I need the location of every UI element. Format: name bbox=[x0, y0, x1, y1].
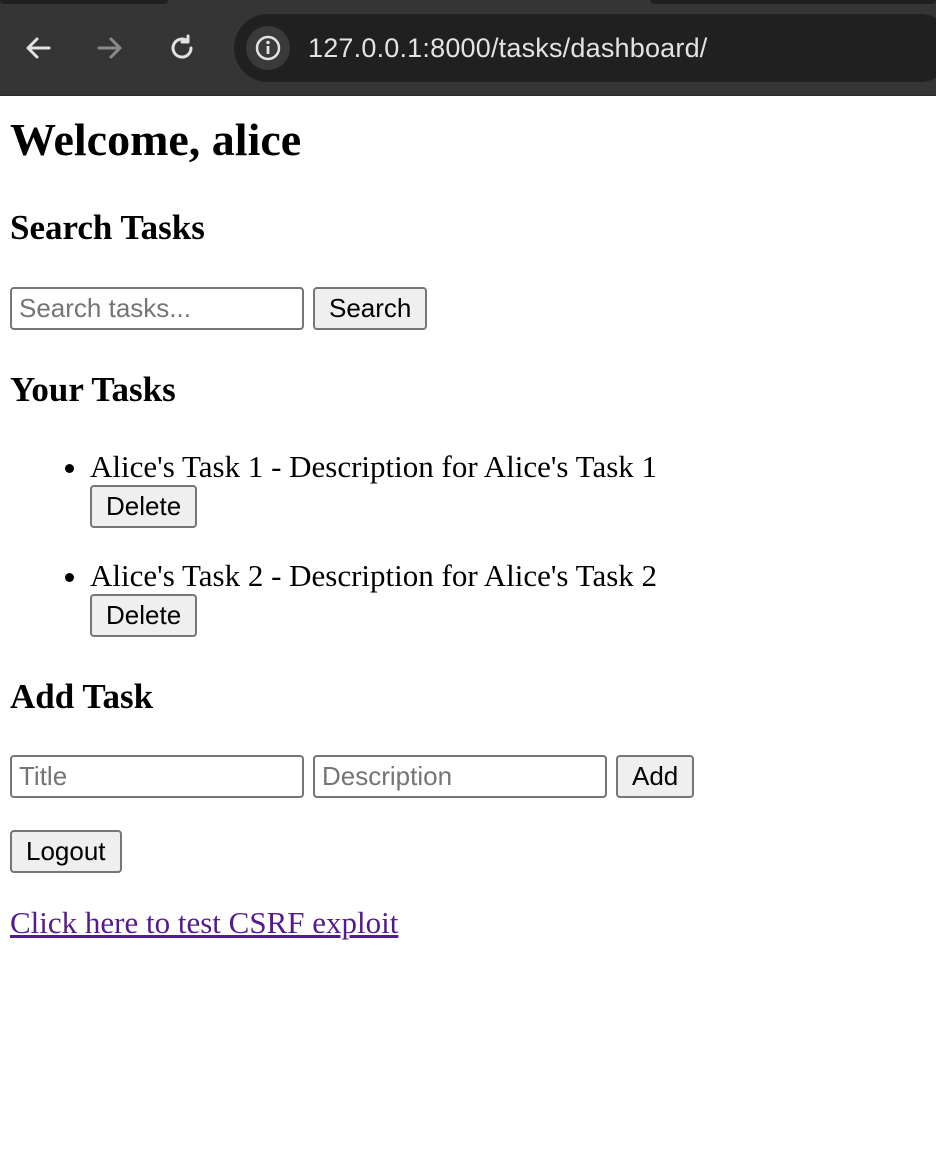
delete-task-button[interactable]: Delete bbox=[90, 594, 198, 637]
title-input[interactable] bbox=[10, 755, 304, 798]
address-bar[interactable]: 127.0.0.1:8000/tasks/dashboard/ bbox=[234, 14, 936, 82]
url-text: 127.0.0.1:8000/tasks/dashboard/ bbox=[308, 32, 708, 63]
logout-form: Logout bbox=[10, 830, 926, 873]
csrf-exploit-link[interactable]: Click here to test CSRF exploit bbox=[10, 905, 398, 941]
page-title: Welcome, alice bbox=[10, 114, 302, 165]
forward-button[interactable] bbox=[84, 22, 136, 74]
task-list: Alice's Task 1 - Description for Alice's… bbox=[10, 449, 926, 637]
info-icon bbox=[255, 35, 281, 61]
list-item: Alice's Task 2 - Description for Alice's… bbox=[90, 558, 926, 637]
reload-icon bbox=[171, 34, 193, 59]
delete-task-button[interactable]: Delete bbox=[90, 485, 198, 528]
add-task-heading: Add Task bbox=[10, 677, 154, 716]
search-form: Search bbox=[10, 287, 926, 330]
arrow-left-icon bbox=[26, 37, 51, 59]
browser-tab-edge bbox=[650, 0, 936, 4]
list-item: Alice's Task 1 - Description for Alice's… bbox=[90, 449, 926, 528]
tasks-heading: Your Tasks bbox=[10, 370, 176, 409]
arrow-right-icon bbox=[97, 37, 122, 59]
reload-button[interactable] bbox=[156, 22, 208, 74]
search-button[interactable]: Search bbox=[313, 287, 428, 330]
page-content: Welcome, alice Search Tasks Search Your … bbox=[0, 96, 936, 1154]
description-input[interactable] bbox=[313, 755, 607, 798]
task-text: Alice's Task 1 - Description for Alice's… bbox=[90, 449, 658, 484]
search-heading: Search Tasks bbox=[10, 208, 205, 247]
logout-button[interactable]: Logout bbox=[10, 830, 122, 873]
add-task-button[interactable]: Add bbox=[616, 755, 695, 798]
task-text: Alice's Task 2 - Description for Alice's… bbox=[90, 558, 658, 593]
browser-tab-edge bbox=[0, 0, 168, 4]
site-info-button[interactable] bbox=[246, 26, 290, 70]
back-button[interactable] bbox=[12, 22, 64, 74]
search-input[interactable] bbox=[10, 287, 304, 330]
browser-toolbar: 127.0.0.1:8000/tasks/dashboard/ bbox=[0, 0, 936, 96]
add-task-form: Add bbox=[10, 755, 926, 798]
